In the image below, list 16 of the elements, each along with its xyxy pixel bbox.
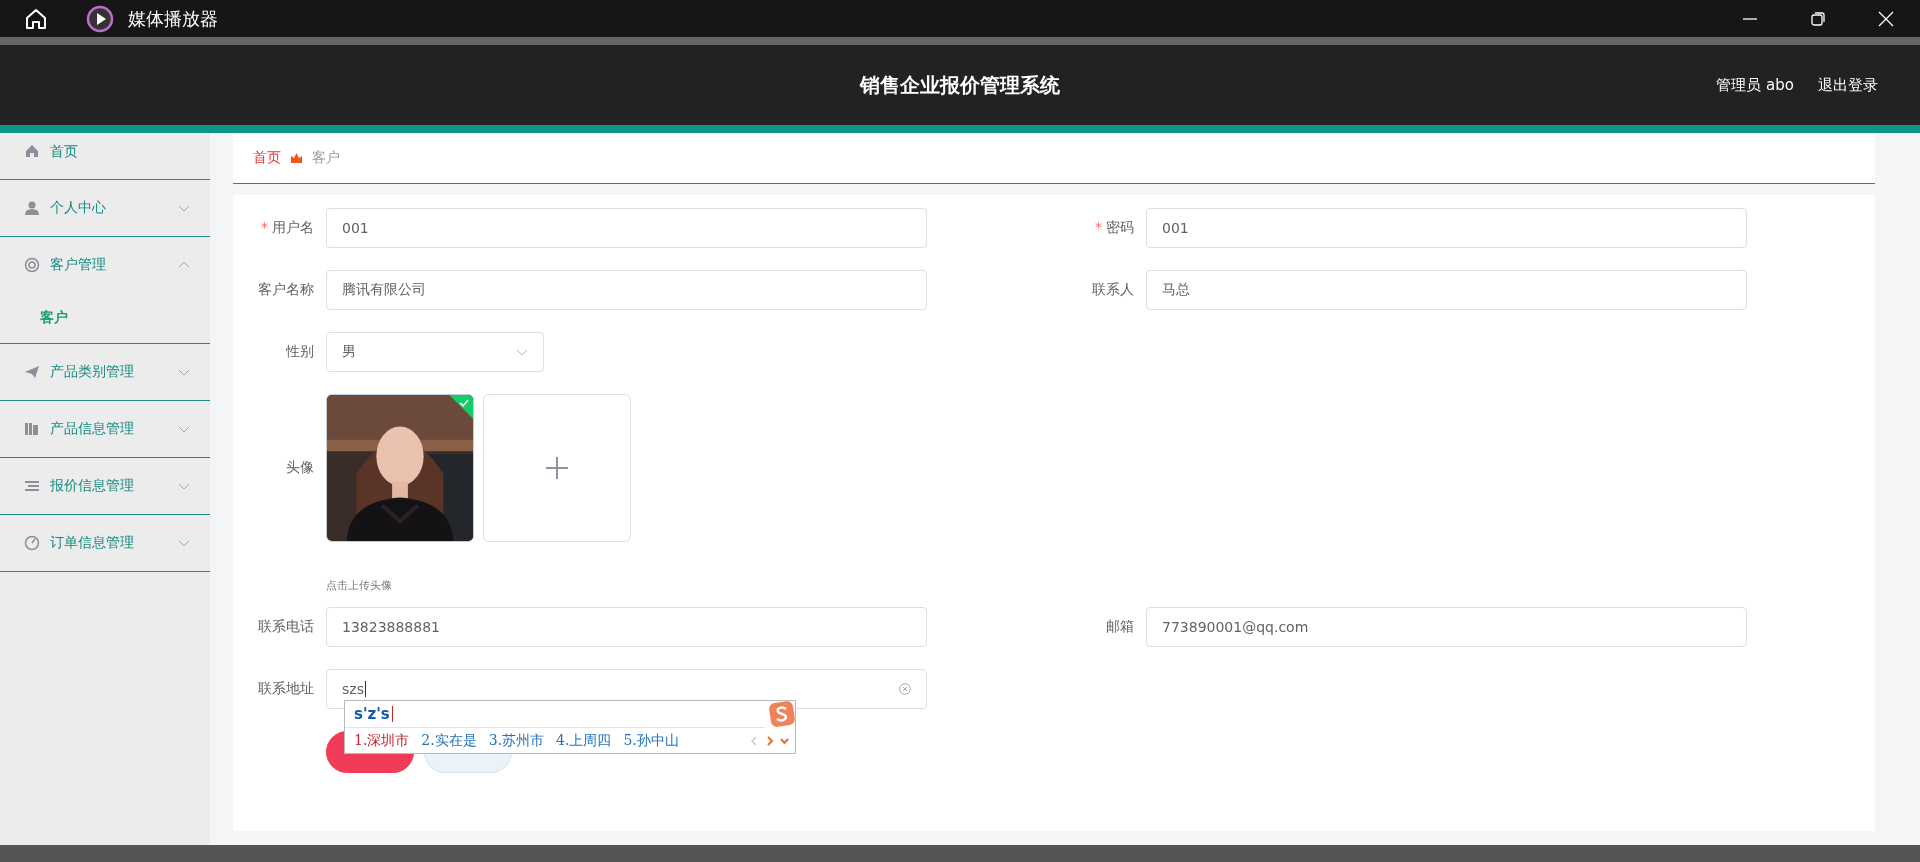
- field-label: 用户名: [272, 219, 314, 235]
- window-title: 媒体播放器: [128, 6, 218, 31]
- field-label: 联系人: [1092, 281, 1134, 297]
- ime-composition: s'z's: [354, 705, 390, 723]
- field-label: 密码: [1106, 219, 1134, 235]
- field-label: 联系电话: [258, 618, 314, 634]
- breadcrumb-item: 客户: [312, 149, 340, 167]
- field-label: 联系地址: [258, 680, 314, 696]
- required-asterisk: *: [1095, 219, 1102, 235]
- field-label: 头像: [286, 459, 314, 475]
- field-label: 邮箱: [1106, 618, 1134, 634]
- field-label: 客户名称: [258, 281, 314, 297]
- app-title: 销售企业报价管理系统: [860, 72, 1060, 97]
- field-label: 性别: [286, 343, 314, 359]
- required-asterisk: *: [261, 219, 268, 235]
- upload-hint: 点击上传头像: [326, 578, 393, 593]
